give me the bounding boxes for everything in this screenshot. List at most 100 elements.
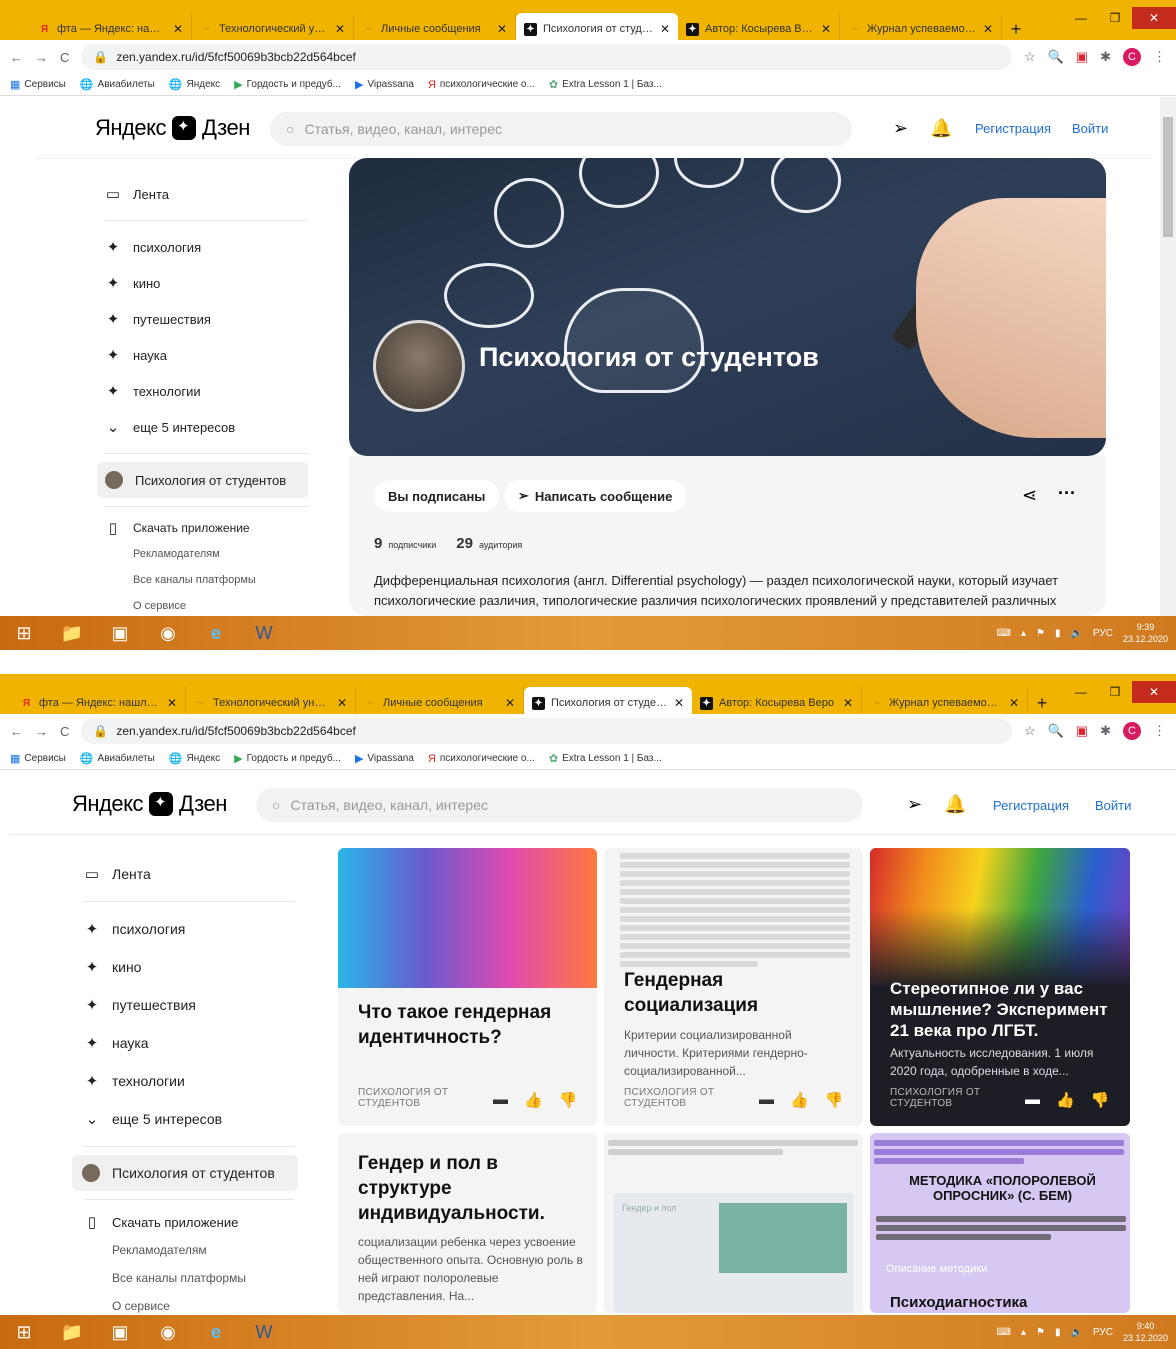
extensions-icon[interactable]: ✱ (1100, 49, 1111, 65)
article-card[interactable]: Что такое гендерная идентичность? ПСИХОЛ… (338, 848, 597, 1126)
file-explorer-icon[interactable]: 📁 (48, 1315, 96, 1349)
close-icon[interactable]: ✕ (337, 696, 347, 710)
word-icon[interactable]: W (240, 1315, 288, 1349)
close-icon[interactable]: ✕ (674, 696, 684, 710)
close-icon[interactable]: ✕ (660, 22, 670, 36)
clock[interactable]: 9:40 23.12.2020 (1123, 1320, 1168, 1344)
sidebar-item-feed[interactable]: ▭ Лента (105, 176, 308, 212)
close-icon[interactable]: ✕ (497, 22, 507, 36)
ie-icon[interactable]: e (192, 1315, 240, 1349)
article-card[interactable]: Стереотипное ли у вас мышление? Эксперим… (870, 848, 1130, 1126)
bell-icon[interactable]: 🔔 (944, 794, 966, 815)
clock[interactable]: 9:39 23.12.2020 (1123, 621, 1168, 645)
page-scrollbar[interactable] (1160, 97, 1176, 616)
sidebar-interest[interactable]: ✦ наука (105, 337, 308, 373)
download-app-link[interactable]: ▯ Скачать приложение (84, 1208, 294, 1236)
star-icon[interactable]: ☆ (1024, 49, 1036, 65)
pocket-icon[interactable]: ▣ (1076, 723, 1088, 739)
close-icon[interactable]: ✕ (335, 22, 345, 36)
sidebar-interest[interactable]: ✦ психология (105, 229, 308, 265)
card-channel[interactable]: ПСИХОЛОГИЯ ОТ СТУДЕНТОВ (358, 1087, 468, 1109)
bookmark-2[interactable]: 🌐 Яндекс (169, 78, 220, 91)
card-channel[interactable]: ПСИХОЛОГИЯ ОТ СТУДЕНТОВ (624, 1087, 734, 1109)
dislike-icon[interactable]: 👎 (1091, 1091, 1110, 1109)
sidebar-channel[interactable]: Психология от студентов (97, 462, 308, 498)
like-icon[interactable]: 👍 (1056, 1091, 1075, 1109)
reload-icon[interactable]: C (60, 724, 69, 739)
sidebar-interest[interactable]: ✦ технологии (84, 1062, 294, 1100)
store-icon[interactable]: ▣ (96, 1315, 144, 1349)
chrome-icon[interactable]: ◉ (144, 616, 192, 650)
close-icon[interactable]: ✕ (983, 22, 993, 36)
volume-icon[interactable]: 🔈 (1070, 1327, 1082, 1338)
bookmark-0[interactable]: ▦ Сервисы (10, 78, 66, 91)
sidebar-interest[interactable]: ✦ психология (84, 910, 294, 948)
window-close-icon[interactable]: ✕ (1132, 7, 1176, 29)
sidebar-interest[interactable]: ✦ технологии (105, 373, 308, 409)
search-ext-icon[interactable]: 🔍 (1048, 723, 1064, 739)
tray-up-icon[interactable]: ▴ (1021, 1327, 1026, 1338)
card-channel[interactable]: ПСИХОЛОГИЯ ОТ СТУДЕНТОВ (890, 1087, 1000, 1109)
article-card[interactable]: Гендерная социализация Критерии социализ… (604, 848, 863, 1126)
all-channels-link[interactable]: Все каналы платформы (84, 1264, 294, 1292)
zen-logo[interactable]: ЯндексДзен (72, 791, 227, 817)
sidebar-channel[interactable]: Психология от студентов (72, 1155, 298, 1191)
more-icon[interactable]: ··· (1058, 483, 1076, 504)
flag-icon[interactable]: ⚑ (1036, 1327, 1045, 1338)
word-icon[interactable]: W (240, 616, 288, 650)
maximize-icon[interactable]: ❐ (1098, 681, 1132, 703)
flag-icon[interactable]: ⚑ (1036, 628, 1045, 639)
start-icon[interactable]: ⊞ (0, 616, 48, 650)
advertisers-link[interactable]: Рекламодателям (105, 541, 308, 567)
sidebar-interest[interactable]: ✦ путешествия (105, 301, 308, 337)
back-icon[interactable]: ← (10, 724, 23, 739)
extensions-icon[interactable]: ✱ (1100, 723, 1111, 739)
bookmark-1[interactable]: 🌐 Авиабилеты (80, 78, 155, 91)
chrome-icon[interactable]: ◉ (144, 1315, 192, 1349)
bookmark-3[interactable]: ▶ Гордость и предуб... (234, 752, 341, 765)
reload-icon[interactable]: C (60, 50, 69, 65)
url-field[interactable]: 🔒 zen.yandex.ru/id/5fcf50069b3bcb22d564bc… (81, 44, 1012, 70)
login-link[interactable]: Войти (1095, 798, 1131, 813)
search-input[interactable]: ○ Статья, видео, канал, интерес (256, 788, 863, 822)
register-link[interactable]: Регистрация (975, 121, 1051, 136)
keyboard-icon[interactable]: ⌨ (997, 1327, 1011, 1338)
menu-icon[interactable]: ⋮ (1153, 723, 1166, 739)
share-icon[interactable]: ⋖ (1022, 485, 1037, 506)
hide-icon[interactable]: ▬ (1025, 1091, 1040, 1109)
bookmark-0[interactable]: ▦ Сервисы (10, 752, 66, 765)
subscribed-button[interactable]: Вы подписаны (374, 480, 500, 512)
close-icon[interactable]: ✕ (821, 22, 831, 36)
sidebar-interest[interactable]: ✦ путешествия (84, 986, 294, 1024)
profile-avatar[interactable]: С (1123, 48, 1141, 66)
bookmark-1[interactable]: 🌐 Авиабилеты (80, 752, 155, 765)
close-icon[interactable]: ✕ (167, 696, 177, 710)
tray-up-icon[interactable]: ▴ (1021, 628, 1026, 639)
maximize-icon[interactable]: ❐ (1098, 7, 1132, 29)
dislike-icon[interactable]: 👎 (825, 1091, 844, 1109)
star-icon[interactable]: ☆ (1024, 723, 1036, 739)
advertisers-link[interactable]: Рекламодателям (84, 1236, 294, 1264)
profile-avatar[interactable]: С (1123, 722, 1141, 740)
language-indicator[interactable]: РУС (1093, 628, 1113, 639)
write-message-button[interactable]: ➢ Написать сообщение (504, 480, 687, 512)
bookmark-6[interactable]: ✿ Extra Lesson 1 | Баз... (549, 78, 662, 91)
window-close-icon[interactable]: ✕ (1132, 681, 1176, 703)
back-icon[interactable]: ← (10, 50, 23, 65)
hide-icon[interactable]: ▬ (759, 1091, 774, 1109)
bookmark-5[interactable]: Япсихологические о... (428, 753, 535, 765)
about-link[interactable]: О сервисе (84, 1292, 294, 1315)
sidebar-item-feed[interactable]: ▭ Лента (84, 855, 294, 893)
bookmark-5[interactable]: Япсихологические о... (428, 79, 535, 91)
url-field[interactable]: 🔒 zen.yandex.ru/id/5fcf50069b3bcb22d564bc… (81, 718, 1012, 744)
sidebar-more[interactable]: ⌄ еще 5 интересов (105, 409, 308, 445)
ie-icon[interactable]: e (192, 616, 240, 650)
search-input[interactable]: ○ Статья, видео, канал, интерес (270, 112, 852, 146)
hide-icon[interactable]: ▬ (493, 1091, 508, 1109)
like-icon[interactable]: 👍 (790, 1091, 809, 1109)
close-icon[interactable]: ✕ (843, 696, 853, 710)
all-channels-link[interactable]: Все каналы платформы (105, 567, 308, 593)
search-ext-icon[interactable]: 🔍 (1048, 49, 1064, 65)
login-link[interactable]: Войти (1072, 121, 1108, 136)
file-explorer-icon[interactable]: 📁 (48, 616, 96, 650)
